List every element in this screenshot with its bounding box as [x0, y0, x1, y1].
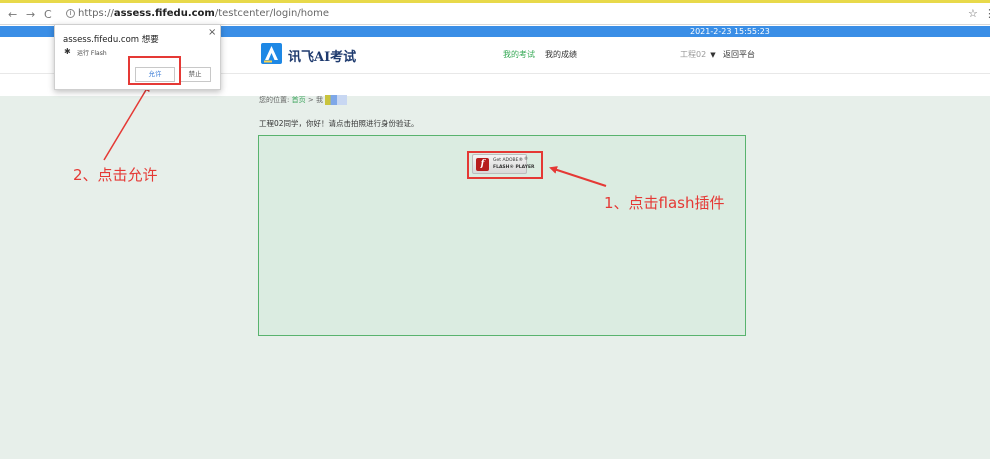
user-name: 工程02	[680, 50, 707, 59]
breadcrumb: 您的位置: 首页 > 我	[259, 95, 347, 105]
breadcrumb-separator: >	[307, 96, 314, 104]
forward-arrow-icon[interactable]: →	[26, 8, 35, 21]
browser-toolbar: ← → C i https://assess.fifedu.com/testcen…	[0, 3, 990, 25]
deny-button[interactable]: 禁止	[179, 67, 211, 82]
allow-highlight-box	[128, 56, 181, 85]
url-prefix: https://	[78, 8, 114, 19]
flash-highlight-box	[467, 151, 543, 179]
annotation-step-1: 1、点击flash插件	[604, 194, 725, 212]
logo-text: 讯飞AI考试	[288, 50, 357, 65]
url-host: assess.fifedu.com	[113, 8, 215, 19]
browser-menu-icon[interactable]: ⋮	[984, 7, 990, 20]
back-arrow-icon[interactable]: ←	[8, 8, 17, 21]
nav-my-score[interactable]: 我的成绩	[545, 49, 577, 60]
breadcrumb-current: 我	[315, 96, 323, 104]
bookmark-star-icon[interactable]: ☆	[968, 7, 978, 20]
annotation-step-2: 2、点击允许	[73, 166, 158, 184]
nav-my-exam[interactable]: 我的考试	[503, 49, 535, 60]
site-info-icon[interactable]: i	[66, 9, 75, 18]
reload-icon[interactable]: C	[44, 8, 52, 21]
breadcrumb-label: 您的位置:	[259, 96, 290, 104]
greeting-text: 工程02同学，你好！请点击拍照进行身份验证。	[259, 119, 419, 128]
puzzle-icon: ✱	[64, 47, 71, 56]
chevron-down-icon: ▼	[710, 51, 716, 59]
breadcrumb-thumbnail-image	[324, 95, 347, 105]
back-to-platform-link[interactable]: 返回平台	[723, 49, 755, 60]
address-bar[interactable]: i https://assess.fifedu.com/testcenter/lo…	[66, 8, 329, 19]
close-icon[interactable]: ×	[208, 27, 216, 38]
url-path: /testcenter/login/home	[214, 8, 330, 19]
datetime-display: 2021-2-23 15:55:23	[690, 27, 770, 36]
user-menu[interactable]: 工程02 ▼	[680, 49, 716, 60]
popup-title: assess.fifedu.com 想要	[63, 35, 159, 45]
logo-icon	[261, 43, 282, 64]
popup-permission-text: 运行 Flash	[77, 50, 107, 57]
breadcrumb-home-link[interactable]: 首页	[292, 96, 306, 104]
